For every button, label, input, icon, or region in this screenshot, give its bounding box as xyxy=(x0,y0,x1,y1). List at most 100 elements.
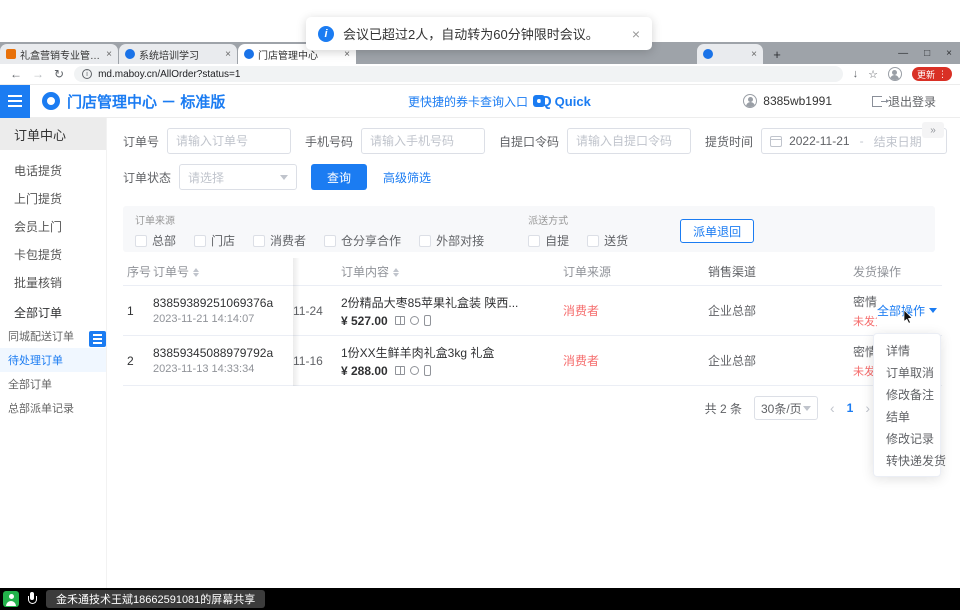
maximize-icon[interactable]: □ xyxy=(924,48,930,59)
sidebar-group-all-orders[interactable]: 全部订单 xyxy=(0,300,106,324)
menu-item-cancel-order[interactable]: 订单取消 xyxy=(874,361,940,383)
checkbox-icon[interactable] xyxy=(253,235,265,247)
quick-brand[interactable]: Q Quick xyxy=(540,93,591,110)
header-content[interactable]: 订单内容 xyxy=(341,263,563,280)
quick-query-link[interactable]: 更快捷的券卡查询入口 xyxy=(408,93,545,110)
checkbox-hq[interactable]: 总部 xyxy=(135,232,176,249)
checkbox-icon[interactable] xyxy=(587,235,599,247)
logout-button[interactable]: 退出登录 xyxy=(872,93,936,110)
download-icon[interactable]: ↓ xyxy=(853,68,859,80)
tab-close-icon[interactable]: × xyxy=(344,49,350,60)
back-icon[interactable]: ← xyxy=(10,67,22,81)
gift-box-icon xyxy=(395,316,405,325)
browser-tab-2[interactable]: 系统培训学习 × xyxy=(119,44,237,64)
browser-tab-partial[interactable]: × xyxy=(697,44,763,64)
date-range-picker[interactable]: 2022-11-21 - 结束日期 xyxy=(761,128,947,154)
checkbox-label: 消费者 xyxy=(270,232,306,249)
page-size-select[interactable]: 30条/页 xyxy=(754,396,818,420)
checkbox-icon[interactable] xyxy=(528,235,540,247)
address-bar[interactable]: i md.maboy.cn/AllOrder?status=1 xyxy=(74,66,843,82)
menu-item-edit-record[interactable]: 修改记录 xyxy=(874,427,940,449)
sidebar-item-hq-dispatch-records[interactable]: 总部派单记录 xyxy=(0,396,106,420)
new-tab-button[interactable]: + xyxy=(768,45,786,63)
sort-icon[interactable] xyxy=(393,268,399,277)
all-actions-dropdown-trigger[interactable]: 全部操作 xyxy=(877,302,942,319)
tab-close-icon[interactable]: × xyxy=(225,49,231,60)
checkbox-consumer[interactable]: 消费者 xyxy=(253,232,306,249)
site-info-icon[interactable]: i xyxy=(82,69,92,79)
window-controls: — □ × xyxy=(898,42,952,64)
advanced-filter-link[interactable]: 高级筛选 xyxy=(383,169,431,186)
tab-favicon xyxy=(244,49,254,59)
sidebar-item-member-visit[interactable]: 会员上门 xyxy=(0,212,106,240)
row-index: 1 xyxy=(123,304,153,318)
forward-icon[interactable]: → xyxy=(32,67,44,81)
minimize-icon[interactable]: — xyxy=(898,48,908,59)
sidebar-item-door-pickup[interactable]: 上门提货 xyxy=(0,184,106,212)
sidebar-item-batch-verify[interactable]: 批量核销 xyxy=(0,268,106,296)
user-account[interactable]: 8385wb1991 xyxy=(743,94,832,108)
row-index: 2 xyxy=(123,354,153,368)
sidebar-item-all-orders[interactable]: 全部订单 xyxy=(0,372,106,396)
pickup-code-input[interactable] xyxy=(567,128,691,154)
chrome-update-button[interactable]: 更新 ⋮ xyxy=(912,67,952,81)
checkbox-store[interactable]: 门店 xyxy=(194,232,235,249)
checkbox-icon[interactable] xyxy=(324,235,336,247)
chevron-down-icon xyxy=(280,175,288,180)
search-button[interactable]: 查询 xyxy=(311,164,367,190)
checkbox-label: 总部 xyxy=(152,232,176,249)
delivery-method-group: 派送方式 自提 送货 xyxy=(528,212,646,249)
browser-tab-1[interactable]: 礼盒营销专业管理中心 × xyxy=(0,44,118,64)
checkbox-self-pickup[interactable]: 自提 xyxy=(528,232,569,249)
sidebar-section-order-center: 订单中心 xyxy=(0,118,106,150)
hamburger-menu-button[interactable] xyxy=(0,85,30,118)
menu-item-express-ship[interactable]: 转快递发货 xyxy=(874,449,940,471)
date-end-placeholder: 结束日期 xyxy=(874,133,922,150)
next-page-button[interactable]: › xyxy=(865,400,870,416)
checkbox-icon[interactable] xyxy=(419,235,431,247)
order-no-input[interactable] xyxy=(167,128,291,154)
calendar-icon xyxy=(770,136,782,147)
reload-icon[interactable]: ↻ xyxy=(54,67,64,81)
order-price: ¥ 288.00 xyxy=(341,364,388,378)
checkbox-icon[interactable] xyxy=(194,235,206,247)
tab-close-icon[interactable]: × xyxy=(106,49,112,60)
order-status-select[interactable]: 请选择 xyxy=(179,164,297,190)
menu-dots-icon[interactable]: ⋮ xyxy=(938,69,947,80)
profile-avatar-icon[interactable] xyxy=(888,67,902,81)
sales-channel-cell: 企业总部 xyxy=(708,302,853,319)
header-order-no[interactable]: 订单号 xyxy=(153,263,293,280)
menu-item-details[interactable]: 详情 xyxy=(874,339,940,361)
toast-close-icon[interactable]: × xyxy=(632,26,640,42)
tab-close-icon[interactable]: × xyxy=(751,49,757,60)
checkbox-external[interactable]: 外部对接 xyxy=(419,232,484,249)
bookmark-star-icon[interactable]: ☆ xyxy=(868,68,878,81)
window-close-icon[interactable]: × xyxy=(946,48,952,59)
ship-status-cell: 密情 未发货 xyxy=(853,293,877,329)
collapse-panel-button[interactable]: » xyxy=(922,122,944,138)
menu-item-settle[interactable]: 结单 xyxy=(874,405,940,427)
tab-title: 礼盒营销专业管理中心 xyxy=(20,47,102,62)
sales-channel-cell: 企业总部 xyxy=(708,352,853,369)
menu-item-edit-note[interactable]: 修改备注 xyxy=(874,383,940,405)
pickup-code-label: 自提口令码 xyxy=(499,133,559,150)
sidebar-item-card-pickup[interactable]: 卡包提货 xyxy=(0,240,106,268)
prev-page-button[interactable]: ‹ xyxy=(830,400,835,416)
tab-title: 系统培训学习 xyxy=(139,47,221,62)
sidebar-item-phone-pickup[interactable]: 电话提货 xyxy=(0,156,106,184)
sidebar-quick-toggle-button[interactable] xyxy=(89,331,106,347)
header-channel: 销售渠道 xyxy=(708,263,853,280)
checkbox-delivery[interactable]: 送货 xyxy=(587,232,628,249)
order-content-cell: 1份XX生鲜羊肉礼盒3kg 礼盒 ¥ 288.00 xyxy=(341,344,563,378)
checkbox-share-coop[interactable]: 仓分享合作 xyxy=(324,232,401,249)
order-source-group: 订单来源 总部 门店 消费者 仓分享合作 外部对接 xyxy=(135,212,502,249)
dispatch-return-button[interactable]: 派单退回 xyxy=(680,219,754,243)
logout-label: 退出登录 xyxy=(888,93,936,110)
sort-icon[interactable] xyxy=(193,268,199,277)
current-page[interactable]: 1 xyxy=(847,401,854,415)
quick-label: Quick xyxy=(555,94,591,109)
sidebar-item-pending-orders[interactable]: 待处理订单 xyxy=(0,348,106,372)
phone-input[interactable] xyxy=(361,128,485,154)
filter-row-1: 订单号 手机号码 自提口令码 提货时间 2022-11-21 - 结束日期 xyxy=(123,128,947,154)
checkbox-icon[interactable] xyxy=(135,235,147,247)
